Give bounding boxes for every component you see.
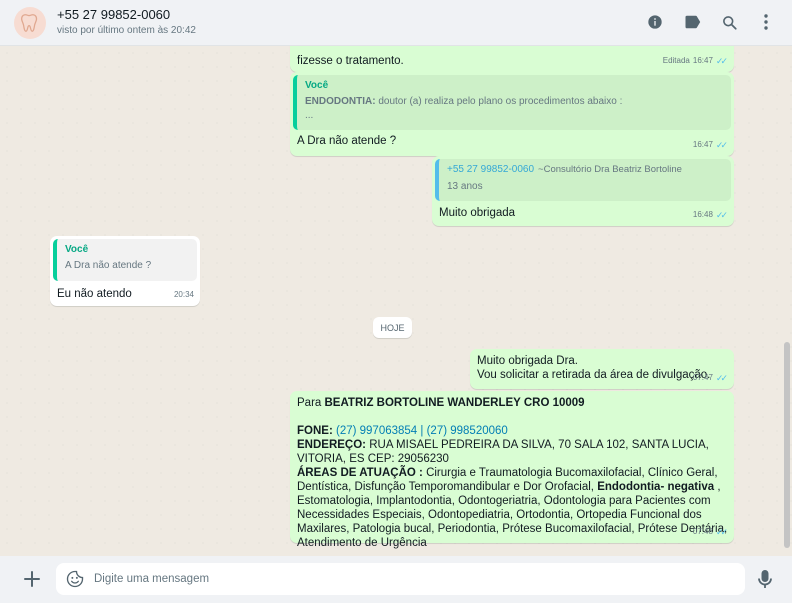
phone-link[interactable]: (27) 998520060 xyxy=(427,425,508,437)
message-meta: 16:47 ✓✓ xyxy=(693,138,728,152)
message-time: 07:48 xyxy=(692,527,713,536)
mic-icon[interactable] xyxy=(757,569,773,589)
message-out-1[interactable]: fizesse o tratamento. Editada 16:47 ✓✓ xyxy=(290,46,734,72)
message-out-5[interactable]: Para BEATRIZ BORTOLINE WANDERLEY CRO 100… xyxy=(290,391,734,549)
menu-icon[interactable] xyxy=(756,12,776,32)
search-icon[interactable] xyxy=(719,12,739,32)
plus-icon[interactable] xyxy=(21,568,43,590)
quote-author: Você xyxy=(305,80,329,91)
message-meta: 07:48 ✓✓ xyxy=(693,525,728,539)
double-check-icon: ✓✓ xyxy=(715,527,728,537)
message-out-3[interactable]: +55 27 99852-0060 ~Consultório Dra Beatri… xyxy=(432,156,734,226)
message-in-1[interactable]: Você A Dra não atende ? Eu não atendo 20… xyxy=(50,236,200,306)
message-input[interactable] xyxy=(94,563,734,595)
message-meta: Editada 16:47 ✓✓ xyxy=(663,54,728,68)
message-meta: 20:34 xyxy=(174,288,194,302)
quote-text: A Dra não atende ? xyxy=(65,260,152,271)
header-actions xyxy=(645,12,776,32)
message-text: A Dra não atende ? xyxy=(297,135,397,147)
contact-name: +55 27 99852-0060 xyxy=(57,7,171,22)
day-divider: HOJE xyxy=(373,317,412,338)
double-check-icon: ✓✓ xyxy=(715,56,728,66)
composer-bar xyxy=(0,556,792,603)
edited-label: Editada xyxy=(662,56,690,65)
chat-messages[interactable]: fizesse o tratamento. Editada 16:47 ✓✓ V… xyxy=(0,46,792,556)
message-time: 16:48 xyxy=(692,210,713,219)
avatar[interactable] xyxy=(14,7,46,39)
message-time: 20:34 xyxy=(173,290,194,299)
double-check-icon: ✓✓ xyxy=(715,373,728,383)
double-check-icon: ✓✓ xyxy=(715,210,728,220)
message-time: 16:47 xyxy=(692,140,713,149)
message-text: fizesse o tratamento. xyxy=(297,55,404,67)
message-meta: 07:47 ✓✓ xyxy=(693,371,728,385)
message-input-container xyxy=(56,563,745,595)
chat-scrollbar[interactable] xyxy=(784,342,790,548)
info-icon[interactable] xyxy=(645,12,665,32)
tooth-icon xyxy=(21,14,38,32)
message-out-4[interactable]: Muito obrigada Dra. Vou solicitar a reti… xyxy=(470,349,734,389)
message-text: Muito obrigada xyxy=(439,207,516,219)
message-text: Para BEATRIZ BORTOLINE WANDERLEY CRO 100… xyxy=(297,397,728,549)
chat-header: +55 27 99852-0060 visto por último ontem… xyxy=(0,0,792,46)
phone-link[interactable]: (27) 997063854 xyxy=(336,425,417,437)
message-text: Muito obrigada Dra. Vou solicitar a reti… xyxy=(477,355,711,381)
message-text: Eu não atendo xyxy=(57,288,132,300)
quoted-message[interactable]: Você A Dra não atende ? xyxy=(53,239,197,281)
message-out-2[interactable]: Você ENDODONTIA: doutor (a) realiza pelo… xyxy=(290,72,734,156)
last-seen-status: visto por último ontem às 20:42 xyxy=(57,25,196,36)
quote-text: ENDODONTIA: doutor (a) realiza pelo plan… xyxy=(305,96,623,107)
quoted-message[interactable]: +55 27 99852-0060 ~Consultório Dra Beatri… xyxy=(435,159,731,201)
message-meta: 16:48 ✓✓ xyxy=(693,208,728,222)
label-icon[interactable] xyxy=(682,12,702,32)
quote-author: +55 27 99852-0060 ~Consultório Dra Beatri… xyxy=(447,164,682,175)
quoted-message[interactable]: Você ENDODONTIA: doutor (a) realiza pelo… xyxy=(293,75,731,130)
message-time: 07:47 xyxy=(692,373,713,382)
quote-author: Você xyxy=(65,244,89,255)
double-check-icon: ✓✓ xyxy=(715,140,728,150)
message-time: 16:47 xyxy=(692,56,713,65)
quote-text: 13 anos xyxy=(447,181,483,192)
quote-more: ... xyxy=(305,110,314,121)
contact-info[interactable]: +55 27 99852-0060 visto por último ontem… xyxy=(57,7,196,38)
emoji-icon[interactable] xyxy=(66,570,84,588)
